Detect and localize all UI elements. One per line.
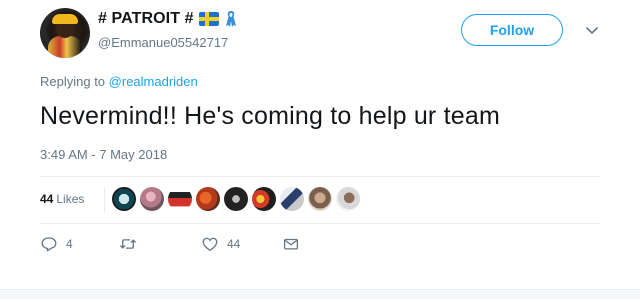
envelope-icon (283, 238, 299, 250)
reply-icon (41, 237, 57, 252)
sweden-flag-icon (198, 12, 219, 26)
replying-prefix: Replying to (40, 74, 106, 89)
liker-avatar[interactable] (168, 187, 192, 211)
reply-count: 4 (66, 237, 73, 251)
chevron-down-icon[interactable] (584, 22, 600, 38)
liker-avatar[interactable] (280, 187, 304, 211)
replying-to-line: Replying to @realmadriden (40, 74, 198, 89)
avatar-cap (52, 14, 78, 24)
replying-to-mention[interactable]: @realmadriden (109, 74, 198, 89)
liker-avatar[interactable] (336, 187, 360, 211)
author-display-name[interactable]: # PATROIT # (98, 10, 194, 28)
stats-bottom-divider (40, 223, 600, 224)
like-action[interactable]: 44 (201, 235, 240, 253)
liker-avatar[interactable] (196, 187, 220, 211)
retweet-icon (120, 239, 136, 249)
follow-button[interactable]: Follow (461, 14, 563, 46)
blue-ribbon-icon (225, 11, 236, 27)
likers-avatars (112, 187, 360, 211)
likes-label: Likes (56, 192, 85, 206)
like-count: 44 (227, 237, 241, 251)
likes-stat[interactable]: 44 Likes (40, 192, 84, 206)
author-name-row: # PATROIT # (98, 10, 238, 28)
heart-icon (202, 237, 218, 252)
liker-avatar[interactable] (112, 187, 136, 211)
liker-avatar[interactable] (308, 187, 332, 211)
liker-avatar[interactable] (252, 187, 276, 211)
tweet-text: Nevermind!! He's coming to help ur team (40, 102, 500, 130)
likers-divider (104, 187, 105, 213)
likes-count: 44 (40, 192, 54, 206)
tweet-timestamp[interactable]: 3:49 AM - 7 May 2018 (40, 147, 167, 162)
reply-action[interactable]: 4 (40, 235, 73, 253)
tweet-card: # PATROIT # @Emmanue05542717 Follow Repl… (0, 0, 640, 299)
author-avatar[interactable] (40, 8, 90, 58)
avatar-shirt (48, 36, 82, 58)
direct-message-action[interactable] (282, 235, 300, 253)
author-handle[interactable]: @Emmanue05542717 (98, 35, 228, 50)
liker-avatar[interactable] (140, 187, 164, 211)
retweet-action[interactable] (119, 235, 145, 253)
stats-top-divider (40, 176, 600, 177)
liker-avatar[interactable] (224, 187, 248, 211)
